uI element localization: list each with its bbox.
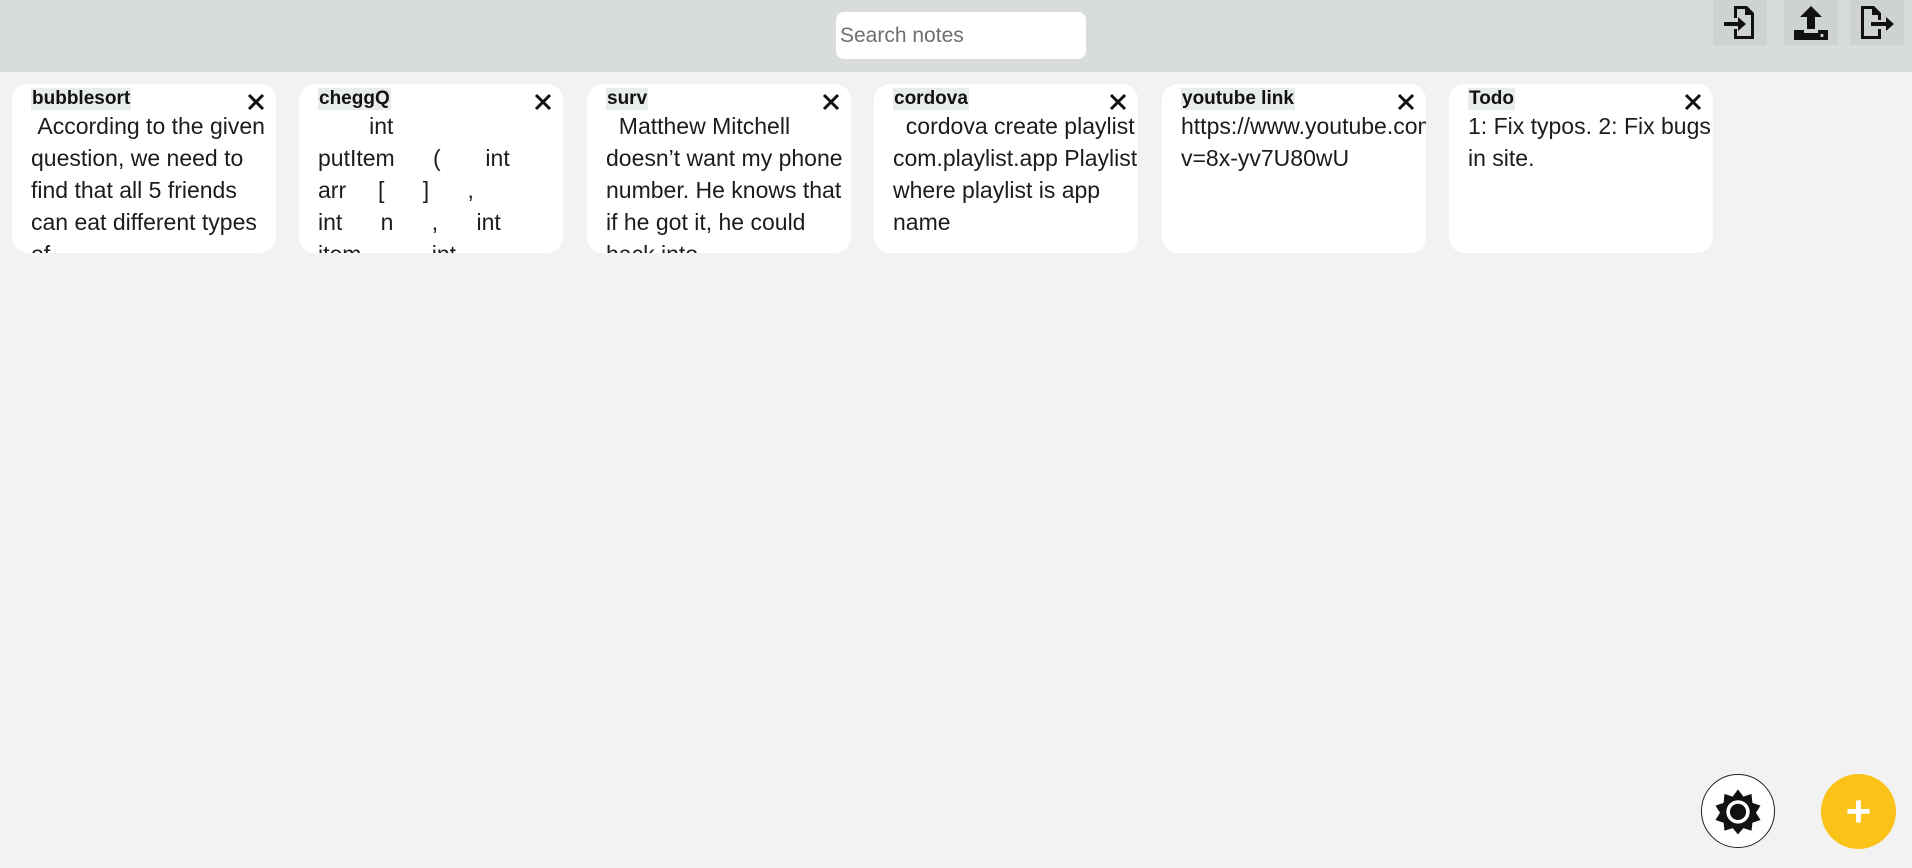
search-input[interactable] [836, 12, 1086, 59]
note-body: https://www.youtube.com/watch? v=8x-yv7U… [1181, 113, 1426, 171]
note-body: 1: Fix typos. 2: Fix bugs in site. [1468, 113, 1711, 171]
logout-icon [1861, 5, 1894, 39]
close-icon [534, 93, 552, 111]
settings-button[interactable] [1701, 774, 1775, 848]
note-body: int putItem ( int arr [ ] , int n , int … [318, 113, 510, 253]
note-body: cordova create playlist com.playlist.app… [893, 113, 1138, 235]
import-icon [1724, 5, 1754, 39]
note-card[interactable]: surv Matthew Mitchell doesn’t want my ph… [587, 84, 851, 253]
upload-button[interactable] [1784, 0, 1838, 45]
upload-icon [1794, 5, 1828, 40]
import-button[interactable] [1713, 0, 1767, 45]
add-note-button[interactable]: + [1821, 774, 1896, 849]
close-icon [1684, 93, 1702, 111]
note-body: According to the given question, we need… [31, 113, 265, 253]
close-icon [247, 93, 265, 111]
logout-button[interactable] [1850, 0, 1904, 45]
note-title: youtube link [1181, 88, 1295, 110]
note-card[interactable]: Todo 1: Fix typos. 2: Fix bugs in site. [1449, 84, 1713, 253]
note-card[interactable]: bubblesort According to the given questi… [12, 84, 276, 253]
note-card[interactable]: cheggQ int putItem ( int arr [ ] , int n… [299, 84, 563, 253]
top-bar [0, 0, 1912, 72]
plus-icon: + [1845, 786, 1872, 836]
note-body: Matthew Mitchell doesn’t want my phone n… [606, 113, 843, 253]
note-title: cordova [893, 88, 969, 110]
note-title: Todo [1468, 88, 1516, 110]
close-icon [822, 93, 840, 111]
note-title: bubblesort [31, 88, 132, 110]
note-title: cheggQ [318, 88, 391, 110]
note-card[interactable]: cordova cordova create playlist com.play… [874, 84, 1138, 253]
close-icon [1397, 93, 1415, 111]
note-title: surv [606, 88, 649, 110]
note-card[interactable]: youtube link https://www.youtube.com/wat… [1162, 84, 1426, 253]
close-icon [1109, 93, 1127, 111]
gear-icon [1715, 789, 1761, 835]
